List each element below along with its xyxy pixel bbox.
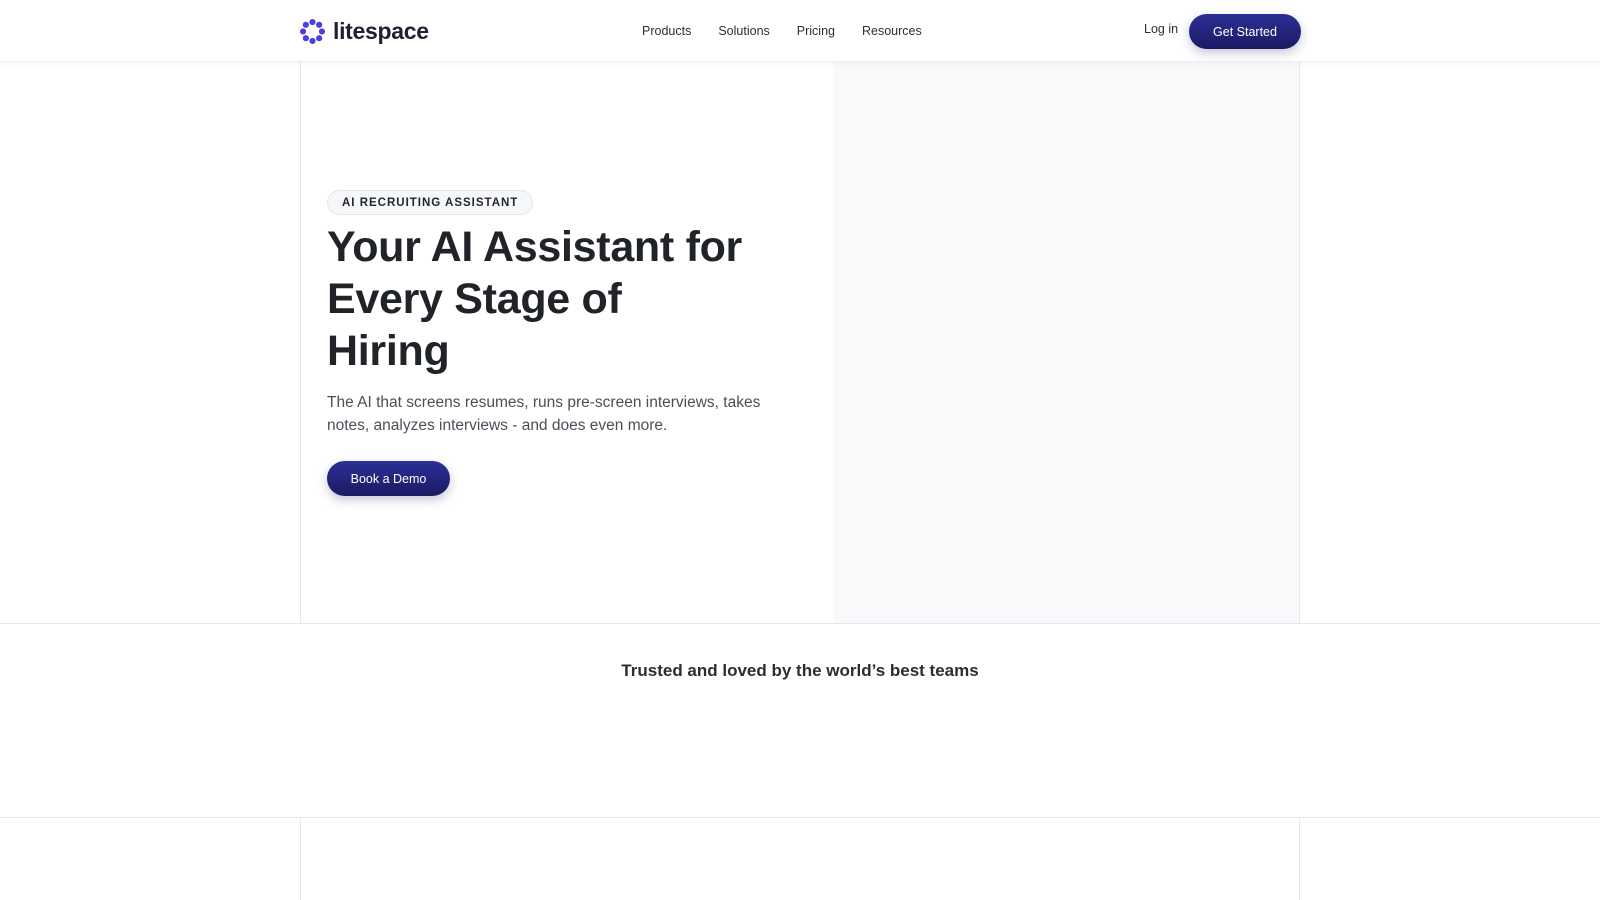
hero-subtitle: The AI that screens resumes, runs pre-sc… <box>327 394 761 434</box>
nav-item-resources[interactable]: Resources <box>862 24 922 38</box>
frame-line-right-lower <box>1299 817 1300 900</box>
trusted-heading: Trusted and loved by the world’s best te… <box>621 661 979 680</box>
hero-badge: AI RECRUITING ASSISTANT <box>327 190 534 215</box>
hero-bottom-divider <box>0 623 1600 624</box>
brand-name: litespace <box>333 17 429 44</box>
frame-line-left-lower <box>300 817 301 900</box>
login-link[interactable]: Log in <box>1144 22 1178 36</box>
get-started-button[interactable]: Get Started <box>1189 14 1301 49</box>
site-header: litespace Products Solutions Pricing Res… <box>0 0 1600 62</box>
main-nav: Products Solutions Pricing Resources <box>642 22 949 40</box>
hero-media-panel <box>834 62 1299 623</box>
nav-item-products[interactable]: Products <box>642 24 691 38</box>
frame-line-left <box>300 62 301 623</box>
flower-dots-icon <box>299 18 326 44</box>
book-demo-button[interactable]: Book a Demo <box>327 461 450 496</box>
frame-line-right <box>1299 62 1300 623</box>
brand-logo[interactable]: litespace <box>299 16 429 46</box>
hero-title: Your AI Assistant for Every Stage of Hir… <box>327 223 742 375</box>
nav-item-pricing[interactable]: Pricing <box>797 24 835 38</box>
nav-item-solutions[interactable]: Solutions <box>718 24 769 38</box>
trusted-bottom-divider <box>0 817 1600 818</box>
